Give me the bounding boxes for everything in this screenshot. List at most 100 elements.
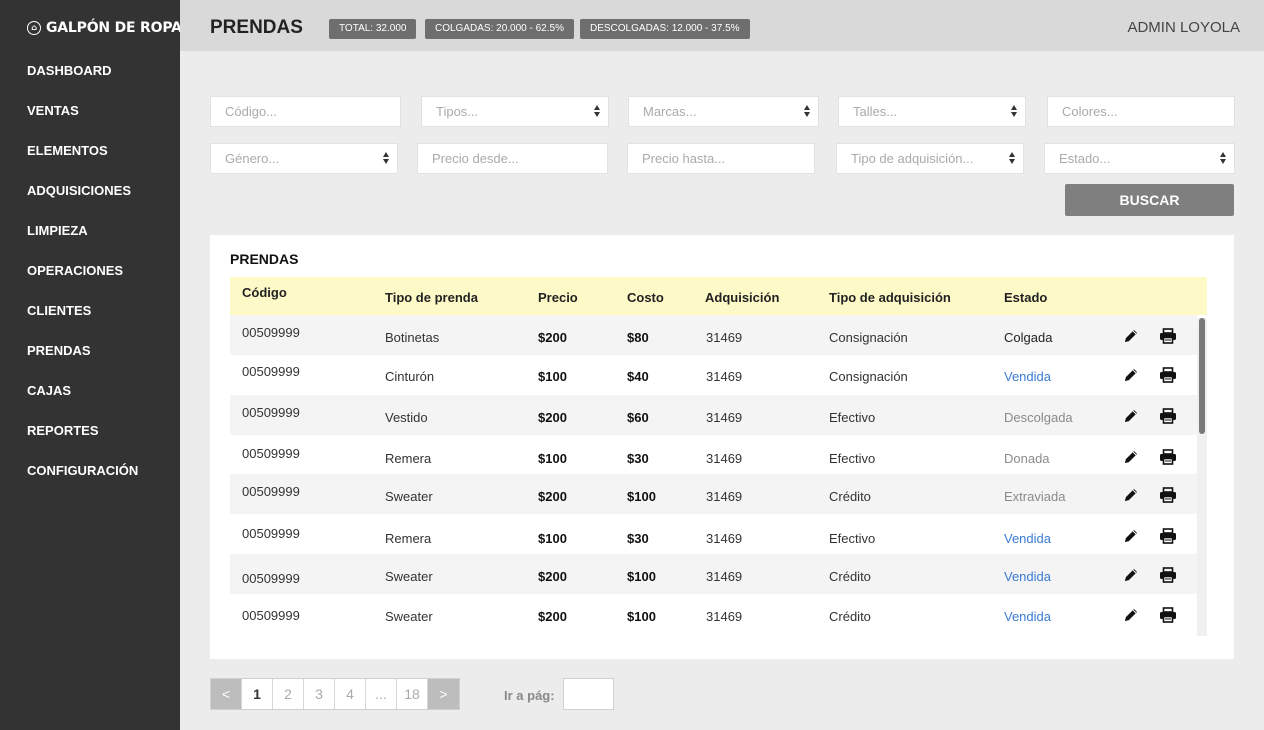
precio-desde-input[interactable]: Precio desde... (417, 143, 608, 174)
codigo-input[interactable]: Código... (210, 96, 401, 127)
table-scrollbar[interactable] (1197, 318, 1207, 636)
printer-icon[interactable] (1159, 449, 1177, 467)
cell-precio: $200 (538, 569, 567, 584)
sidebar: ⌂ GALPÓN DE ROPA DASHBOARD VENTAS ELEMEN… (0, 0, 182, 730)
column-header-tipo-adquisicion[interactable]: Tipo de adquisición (829, 290, 951, 305)
printer-icon[interactable] (1159, 567, 1177, 585)
cell-tipo-adquisicion: Efectivo (829, 451, 876, 466)
table-row[interactable]: 00509999 Vestido $200 $60 31469 Efectivo Desco… (230, 395, 1197, 435)
cell-costo: $40 (627, 369, 649, 384)
cell-codigo: 00509999 (242, 608, 300, 623)
table-row[interactable]: 00509999 Botinetas $200 $80 31469 Consignació… (230, 315, 1197, 355)
sidebar-item-dashboard[interactable]: DASHBOARD (27, 61, 138, 101)
scrollbar-thumb[interactable] (1199, 318, 1205, 434)
cell-estado[interactable]: Vendida (1004, 369, 1051, 384)
table-row[interactable]: 00509999 Remera $100 $30 31469 Efectivo Donada (230, 436, 1197, 476)
table-row[interactable]: 00509999 Sweater $200 $100 31469 Crédito Vendi… (230, 554, 1197, 594)
colores-input[interactable]: Colores... (1047, 96, 1235, 127)
sidebar-item-operaciones[interactable]: OPERACIONES (27, 261, 138, 301)
printer-icon[interactable] (1159, 367, 1177, 385)
pagination: < 1 2 3 4 ... 18 > (210, 678, 460, 710)
select-arrows-icon (804, 105, 810, 118)
cell-precio: $200 (538, 330, 567, 345)
sidebar-item-cajas[interactable]: CAJAS (27, 381, 138, 421)
genero-select[interactable]: Género... (210, 143, 398, 174)
sidebar-item-adquisiciones[interactable]: ADQUISICIONES (27, 181, 138, 221)
total-badge: TOTAL: 32.000 (329, 19, 417, 39)
prev-page-button[interactable]: < (211, 679, 242, 709)
column-header-precio[interactable]: Precio (538, 290, 578, 305)
cell-tipo-adquisicion: Crédito (829, 569, 871, 584)
pencil-icon[interactable] (1123, 367, 1141, 385)
cell-tipo-prenda: Sweater (385, 569, 433, 584)
top-header: PRENDAS TOTAL: 32.000 COLGADAS: 20.000 -… (180, 0, 1264, 51)
cell-tipo-prenda: Remera (385, 531, 432, 546)
sidebar-item-prendas[interactable]: PRENDAS (27, 341, 138, 381)
pencil-icon[interactable] (1123, 328, 1141, 346)
cell-codigo: 00509999 (242, 484, 300, 499)
tipos-select[interactable]: Tipos... (421, 96, 609, 127)
table-row[interactable]: 00509999 Sweater $200 $100 31469 Crédito Vendi… (230, 594, 1197, 634)
sidebar-item-clientes[interactable]: CLIENTES (27, 301, 138, 341)
cell-precio: $100 (538, 451, 567, 466)
pencil-icon[interactable] (1123, 567, 1141, 585)
column-header-costo[interactable]: Costo (627, 290, 664, 305)
sidebar-item-reportes[interactable]: REPORTES (27, 421, 138, 461)
column-header-codigo[interactable]: Código (242, 285, 287, 300)
table-row[interactable]: 00509999 Cinturón $100 $40 31469 Consignación… (230, 354, 1197, 394)
table-row[interactable]: 00509999 Sweater $200 $100 31469 Crédito Extra… (230, 474, 1197, 514)
cell-costo: $100 (627, 609, 656, 624)
sidebar-item-ventas[interactable]: VENTAS (27, 101, 138, 141)
pencil-icon[interactable] (1123, 607, 1141, 625)
select-arrows-icon (383, 152, 389, 165)
tipo-adquisicion-select[interactable]: Tipo de adquisición... (836, 143, 1024, 174)
pencil-icon[interactable] (1123, 487, 1141, 505)
column-header-estado[interactable]: Estado (1004, 290, 1047, 305)
precio-hasta-input[interactable]: Precio hasta... (627, 143, 815, 174)
goto-page-input[interactable] (563, 678, 614, 710)
cell-estado: Descolgada (1004, 410, 1073, 425)
cell-estado: Extraviada (1004, 489, 1066, 504)
page-3-button[interactable]: 3 (304, 679, 335, 709)
next-page-button[interactable]: > (428, 679, 459, 709)
prendas-table-card: PRENDAS Código Tipo de prenda Precio Cos… (210, 235, 1234, 659)
cell-tipo-prenda: Remera (385, 451, 432, 466)
page-2-button[interactable]: 2 (273, 679, 304, 709)
column-header-tipo-prenda[interactable]: Tipo de prenda (385, 290, 478, 305)
printer-icon[interactable] (1159, 607, 1177, 625)
sidebar-item-limpieza[interactable]: LIMPIEZA (27, 221, 138, 261)
cell-adquisicion: 31469 (706, 489, 743, 504)
column-header-adquisicion[interactable]: Adquisición (705, 290, 779, 305)
cell-codigo: 00509999 (242, 526, 300, 541)
cell-costo: $80 (627, 330, 649, 345)
brand-logo[interactable]: ⌂ GALPÓN DE ROPA (27, 18, 182, 38)
printer-icon[interactable] (1159, 408, 1177, 426)
estado-placeholder: Estado... (1059, 151, 1111, 166)
pencil-icon[interactable] (1123, 528, 1141, 546)
page-18-button[interactable]: 18 (397, 679, 428, 709)
page-4-button[interactable]: 4 (335, 679, 366, 709)
estado-select[interactable]: Estado... (1044, 143, 1235, 174)
select-arrows-icon (1011, 105, 1017, 118)
printer-icon[interactable] (1159, 528, 1177, 546)
sidebar-item-configuracion[interactable]: CONFIGURACIÓN (27, 461, 138, 501)
talles-select[interactable]: Talles... (838, 96, 1026, 127)
printer-icon[interactable] (1159, 487, 1177, 505)
page-1-button[interactable]: 1 (242, 679, 273, 709)
marcas-select[interactable]: Marcas... (628, 96, 819, 127)
page-title: PRENDAS (210, 17, 303, 38)
sidebar-item-elementos[interactable]: ELEMENTOS (27, 141, 138, 181)
cell-estado[interactable]: Vendida (1004, 609, 1051, 624)
table-header: Código Tipo de prenda Precio Costo Adqui… (230, 277, 1207, 315)
cell-costo: $100 (627, 569, 656, 584)
user-menu[interactable]: ADMIN LOYOLA (1127, 19, 1240, 36)
cell-estado[interactable]: Vendida (1004, 531, 1051, 546)
pencil-icon[interactable] (1123, 408, 1141, 426)
printer-icon[interactable] (1159, 328, 1177, 346)
cell-tipo-adquisicion: Consignación (829, 330, 908, 345)
pencil-icon[interactable] (1123, 449, 1141, 467)
table-row[interactable]: 00509999 Remera $100 $30 31469 Efectivo Vendid… (230, 515, 1197, 555)
buscar-button[interactable]: BUSCAR (1065, 184, 1234, 216)
sidebar-nav: DASHBOARD VENTAS ELEMENTOS ADQUISICIONES… (27, 61, 138, 501)
cell-estado[interactable]: Vendida (1004, 569, 1051, 584)
